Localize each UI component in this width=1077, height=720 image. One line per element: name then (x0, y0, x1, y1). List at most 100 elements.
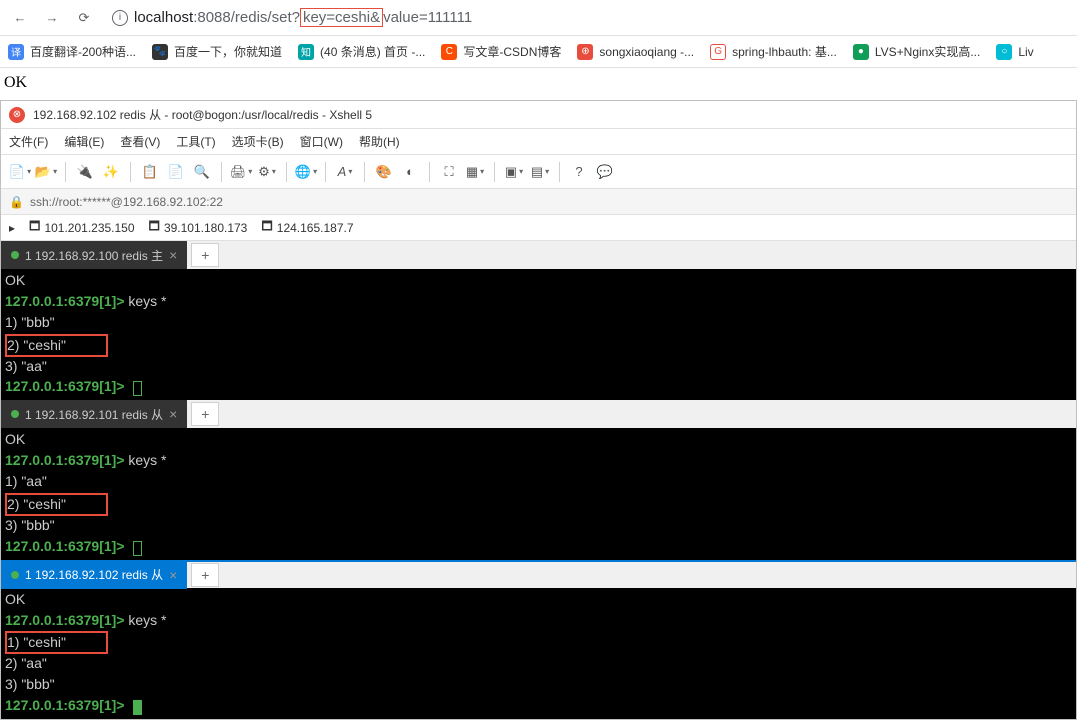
tab-bar: 1 192.168.92.100 redis 主 × + (1, 241, 1076, 269)
bookmark-icon: 🗖 (149, 217, 160, 238)
favicon-icon: 🐾 (152, 44, 168, 60)
add-tab-button[interactable]: + (191, 402, 219, 426)
url-highlight: key=ceshi& (300, 8, 383, 27)
menu-view[interactable]: 查看(V) (120, 133, 160, 150)
bookmarks-bar: 译百度翻译-200种语... 🐾百度一下，你就知道 知 (40 条消息) 首页 -… (0, 36, 1077, 68)
tab-redis-master[interactable]: 1 192.168.92.100 redis 主 × (1, 241, 187, 269)
app-icon: ⊗ (9, 107, 25, 123)
open-button[interactable]: 📂 (35, 161, 57, 183)
highlight-box: 1) "ceshi" (5, 631, 108, 654)
separator (65, 162, 66, 182)
bookmark-item[interactable]: ● LVS+Nginx实现高... (853, 43, 980, 60)
font-button[interactable]: A (334, 161, 356, 183)
favicon-icon: ● (853, 44, 869, 60)
terminal-output[interactable]: OK 127.0.0.1:6379[1]> keys * 1) "bbb" 2)… (1, 269, 1076, 400)
disconnect-button[interactable]: ✨ (100, 161, 122, 183)
term-line: 1) "ceshi" (7, 634, 66, 650)
url-text: localhost:8088/redis/set?key=ceshi&value… (134, 9, 472, 26)
terminal-output[interactable]: OK 127.0.0.1:6379[1]> keys * 1) "aa" 2) … (1, 428, 1076, 559)
ssh-url[interactable]: ssh://root:******@192.168.92.102:22 (30, 195, 223, 209)
session-item[interactable]: 🗖124.165.187.7 (261, 217, 353, 238)
tab-label: 1 192.168.92.101 redis 从 (25, 406, 163, 423)
separator (325, 162, 326, 182)
layout-button[interactable]: ▣ (503, 161, 525, 183)
properties-button[interactable]: ⚙ (256, 161, 278, 183)
tab-label: 1 192.168.92.100 redis 主 (25, 247, 163, 264)
title-bar: ⊗ 192.168.92.102 redis 从 - root@bogon:/u… (1, 101, 1076, 129)
menu-file[interactable]: 文件(F) (9, 133, 48, 150)
status-dot-icon (11, 251, 19, 259)
term-line: OK (5, 431, 25, 447)
bookmark-label: songxiaoqiang -... (599, 45, 694, 59)
term-prompt: 127.0.0.1:6379[1]> (5, 378, 124, 394)
bookmark-label: (40 条消息) 首页 -... (320, 43, 425, 60)
bookmark-item[interactable]: Gspring-lhbauth: 基... (710, 43, 837, 60)
theme-button[interactable]: ◐ (399, 161, 421, 183)
bookmark-icon: 🗖 (29, 217, 40, 238)
session-item[interactable]: 🗖101.201.235.150 (29, 217, 135, 238)
bookmark-item[interactable]: C 写文章-CSDN博客 (441, 43, 561, 60)
close-icon[interactable]: × (169, 406, 177, 422)
menu-window[interactable]: 窗口(W) (300, 133, 343, 150)
tab-redis-slave-101[interactable]: 1 192.168.92.101 redis 从 × (1, 400, 187, 428)
globe-button[interactable]: 🌐 (295, 161, 317, 183)
favicon-icon: 知 (298, 44, 314, 60)
xshell-window: ⊗ 192.168.92.102 redis 从 - root@bogon:/u… (0, 100, 1077, 720)
close-icon[interactable]: × (169, 247, 177, 263)
chat-button[interactable]: 💬 (594, 161, 616, 183)
forward-button[interactable]: → (40, 6, 64, 30)
term-line: 3) "bbb" (5, 517, 55, 533)
separator (221, 162, 222, 182)
reconnect-button[interactable]: 🔌 (74, 161, 96, 183)
fullscreen-button[interactable]: ⛶ (438, 161, 460, 183)
menu-tabs[interactable]: 选项卡(B) (232, 133, 284, 150)
separator (130, 162, 131, 182)
bookmark-item[interactable]: 译百度翻译-200种语... (8, 43, 136, 60)
cascade-button[interactable]: ▤ (529, 161, 551, 183)
session-bar: ▸ 🗖101.201.235.150 🗖 39.101.180.173 🗖124.… (1, 215, 1076, 241)
url-port: :8088 (193, 9, 231, 26)
print-button[interactable]: 🖨 (230, 161, 252, 183)
info-icon: i (112, 10, 128, 26)
tab-redis-slave-102[interactable]: 1 192.168.92.102 redis 从 × (1, 561, 187, 589)
term-prompt: 127.0.0.1:6379[1]> (5, 538, 124, 554)
tab-bar: 1 192.168.92.102 redis 从 × + (1, 560, 1076, 588)
bookmark-item[interactable]: ⊕songxiaoqiang -... (577, 44, 694, 60)
bookmark-label: 写文章-CSDN博客 (463, 43, 561, 60)
separator (559, 162, 560, 182)
find-button[interactable]: 🔍 (191, 161, 213, 183)
term-prompt: 127.0.0.1:6379[1]> (5, 612, 124, 628)
help-button[interactable]: ? (568, 161, 590, 183)
bookmark-item[interactable]: 知 (40 条消息) 首页 -... (298, 43, 425, 60)
ssh-bar: 🔒 ssh://root:******@192.168.92.102:22 (1, 189, 1076, 215)
term-line: 1) "aa" (5, 473, 47, 489)
add-tab-button[interactable]: + (191, 563, 219, 587)
add-tab-button[interactable]: + (191, 243, 219, 267)
cursor-icon (133, 381, 142, 396)
terminal-output[interactable]: OK 127.0.0.1:6379[1]> keys * 1) "ceshi" … (1, 588, 1076, 719)
session-item[interactable]: 🗖 39.101.180.173 (149, 217, 248, 238)
reload-button[interactable]: ⟳ (72, 6, 96, 30)
color-button[interactable]: 🎨 (373, 161, 395, 183)
menu-edit[interactable]: 编辑(E) (64, 133, 104, 150)
status-dot-icon (11, 571, 19, 579)
session-add-button[interactable]: ▸ (9, 221, 15, 235)
url-bar[interactable]: i localhost:8088/redis/set?key=ceshi&val… (104, 5, 1069, 30)
copy-button[interactable]: 📋 (139, 161, 161, 183)
menu-tools[interactable]: 工具(T) (176, 133, 215, 150)
term-prompt: 127.0.0.1:6379[1]> (5, 452, 124, 468)
transparency-button[interactable]: ▦ (464, 161, 486, 183)
new-session-button[interactable]: 📄 (9, 161, 31, 183)
menu-help[interactable]: 帮助(H) (359, 133, 400, 150)
separator (364, 162, 365, 182)
cursor-icon (133, 700, 142, 715)
bookmark-label: LVS+Nginx实现高... (875, 43, 980, 60)
bookmark-item[interactable]: ○Liv (996, 44, 1033, 60)
favicon-icon: C (441, 44, 457, 60)
back-button[interactable]: ← (8, 6, 32, 30)
paste-button[interactable]: 📄 (165, 161, 187, 183)
url-path-pre: /redis/set? (231, 9, 300, 26)
session-label: 39.101.180.173 (164, 221, 247, 235)
close-icon[interactable]: × (169, 567, 177, 583)
bookmark-item[interactable]: 🐾百度一下，你就知道 (152, 43, 282, 60)
